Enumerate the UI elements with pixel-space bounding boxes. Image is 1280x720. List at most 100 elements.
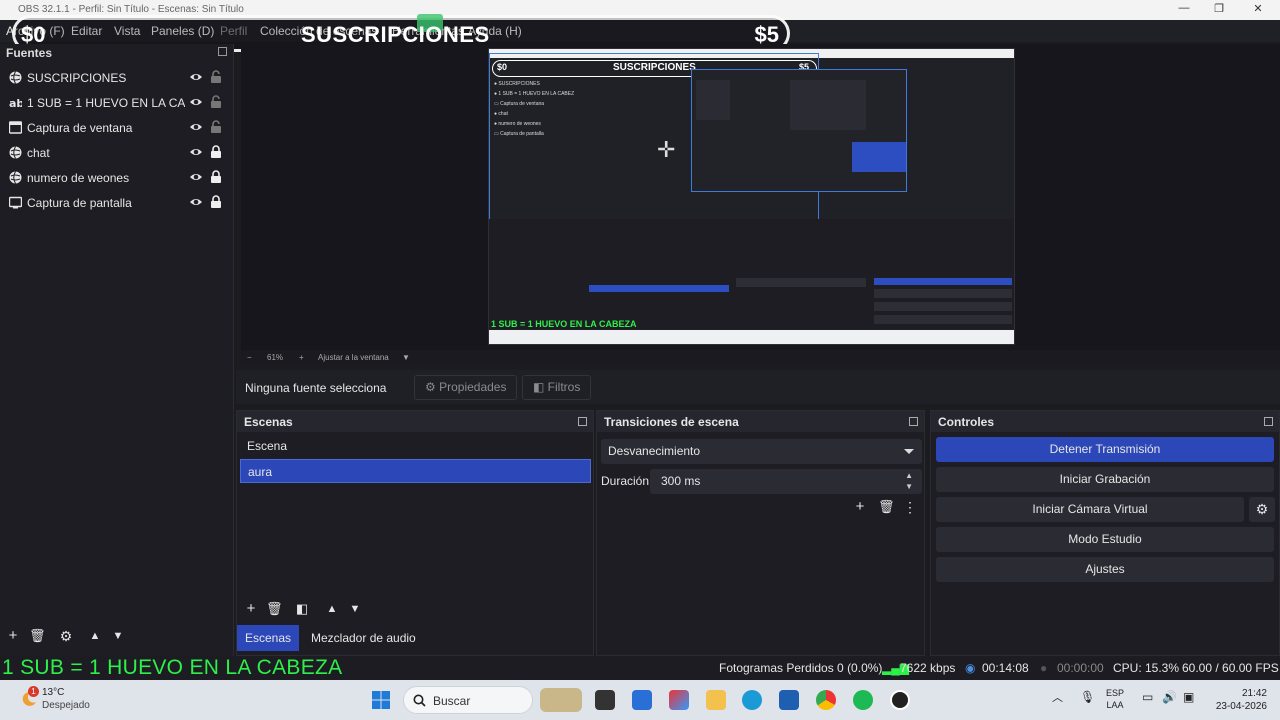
- edge-icon[interactable]: [742, 690, 762, 710]
- visibility-eye-icon[interactable]: [189, 171, 203, 183]
- remove-source-icon[interactable]: 🗑: [29, 628, 46, 644]
- sources-toolbar: + 🗑 ⚙ ▲ ▼: [0, 628, 234, 648]
- windows-start-icon[interactable]: [371, 690, 391, 710]
- source-label: Captura de pantalla: [27, 196, 132, 210]
- filters-button[interactable]: ◧ Filtros: [522, 375, 592, 400]
- zoom-dropdown-icon[interactable]: ▼: [402, 353, 410, 362]
- lock-icon[interactable]: [210, 170, 222, 184]
- studio-mode-button[interactable]: Modo Estudio: [936, 527, 1274, 552]
- move-up-icon[interactable]: ▲: [87, 628, 103, 644]
- add-scene-icon[interactable]: +: [243, 601, 259, 617]
- task-view-icon[interactable]: [595, 690, 615, 710]
- nested-button: [874, 289, 1012, 298]
- volume-icon[interactable]: 🔊: [1162, 691, 1177, 703]
- news-widget-icon[interactable]: [540, 688, 582, 712]
- nested-source-row: ● chat: [494, 111, 508, 117]
- source-item[interactable]: Captura de pantalla: [0, 190, 234, 215]
- remove-scene-icon[interactable]: 🗑: [266, 601, 283, 617]
- source-item[interactable]: numero de weones: [0, 165, 234, 190]
- nested-left-amount: $0: [497, 62, 508, 72]
- network-icon[interactable]: ▭: [1142, 691, 1153, 703]
- minimize-icon[interactable]: —: [1164, 2, 1204, 14]
- record-icon: ●: [1040, 661, 1048, 675]
- undock-icon[interactable]: [1264, 417, 1273, 426]
- more-options-icon[interactable]: ⋮: [902, 499, 918, 515]
- start-virtual-camera-button[interactable]: Iniciar Cámara Virtual: [936, 497, 1244, 522]
- source-label: chat: [27, 146, 50, 160]
- decrement-icon[interactable]: ▼: [905, 482, 913, 492]
- nested-active-scene: [589, 285, 729, 292]
- sources-dock: Fuentes SUSCRIPCIONES ab 1 SUB = 1 HUEVO…: [0, 44, 234, 656]
- source-item[interactable]: Captura de ventana: [0, 115, 234, 140]
- source-item[interactable]: SUSCRIPCIONES: [0, 65, 234, 90]
- scene-item[interactable]: Escena: [240, 434, 591, 458]
- virtual-camera-gear-icon[interactable]: ⚙: [1249, 497, 1275, 522]
- undock-icon[interactable]: [578, 417, 587, 426]
- unlock-icon[interactable]: [210, 120, 222, 134]
- close-icon[interactable]: ✕: [1238, 2, 1278, 15]
- tab-scenes[interactable]: Escenas: [237, 625, 300, 651]
- properties-button[interactable]: ⚙ Propiedades: [414, 375, 518, 400]
- microphone-icon[interactable]: 🎙: [1080, 691, 1095, 703]
- app-icon[interactable]: [632, 690, 652, 710]
- move-up-icon[interactable]: ▲: [324, 601, 340, 617]
- source-item[interactable]: ab 1 SUB = 1 HUEVO EN LA CABEZA: [0, 90, 234, 115]
- add-source-icon[interactable]: +: [5, 628, 21, 644]
- add-transition-icon[interactable]: +: [852, 499, 868, 515]
- nested-source-row: ● 1 SUB = 1 HUEVO EN LA CABEZ: [494, 91, 575, 97]
- file-explorer-icon[interactable]: [706, 690, 726, 710]
- stream-time: 00:14:08: [982, 661, 1029, 675]
- streaming-icon: ◉: [965, 661, 976, 675]
- zoom-in-icon[interactable]: +: [299, 353, 304, 362]
- source-item[interactable]: chat: [0, 140, 234, 165]
- visibility-eye-icon[interactable]: [189, 196, 203, 208]
- tab-audio-mixer[interactable]: Mezclador de audio: [303, 625, 424, 651]
- browser-icon: [9, 146, 22, 159]
- preview-canvas[interactable]: $0 SUSCRIPCIONES $5 ● SUSCRIPCIONES ● 1 …: [241, 44, 1280, 350]
- store-icon[interactable]: [779, 690, 799, 710]
- transitions-header: Transiciones de escena: [604, 415, 739, 429]
- language-indicator[interactable]: ESP LAA: [1106, 687, 1124, 711]
- move-down-icon[interactable]: ▼: [110, 628, 126, 644]
- duration-spinbox[interactable]: 300 ms ▲ ▼: [650, 469, 922, 494]
- chrome-icon[interactable]: [816, 690, 836, 710]
- source-properties-gear-icon[interactable]: ⚙: [58, 628, 74, 644]
- lock-icon[interactable]: [210, 145, 222, 159]
- battery-icon[interactable]: ▣: [1183, 691, 1194, 703]
- undock-icon[interactable]: [218, 47, 227, 56]
- scenes-header-bar: Escenas: [237, 411, 593, 432]
- obs-icon[interactable]: [890, 690, 910, 710]
- transition-select[interactable]: Desvanecimiento: [601, 439, 922, 464]
- scene-item-active[interactable]: aura: [240, 459, 591, 483]
- stop-streaming-button[interactable]: Detener Transmisión: [936, 437, 1274, 462]
- text-icon: ab: [9, 97, 22, 109]
- start-recording-button[interactable]: Iniciar Grabación: [936, 467, 1274, 492]
- maximize-icon[interactable]: ❐: [1199, 2, 1239, 15]
- zoom-out-icon[interactable]: −: [247, 353, 252, 362]
- lock-icon[interactable]: [210, 195, 222, 209]
- language-primary: ESP: [1106, 688, 1125, 698]
- scene-filters-icon[interactable]: ◧: [294, 601, 310, 617]
- unlock-icon[interactable]: [210, 70, 222, 84]
- visibility-eye-icon[interactable]: [189, 121, 203, 133]
- fit-to-window[interactable]: Ajustar a la ventana: [318, 353, 389, 362]
- visibility-eye-icon[interactable]: [189, 96, 203, 108]
- taskbar-search[interactable]: Buscar: [403, 686, 533, 714]
- move-down-icon[interactable]: ▼: [347, 601, 363, 617]
- source-label: Captura de ventana: [27, 121, 133, 135]
- spotify-icon[interactable]: [853, 690, 873, 710]
- settings-button[interactable]: Ajustes: [936, 557, 1274, 582]
- visibility-eye-icon[interactable]: [189, 71, 203, 83]
- increment-icon[interactable]: ▲: [905, 471, 913, 481]
- duration-value: 300 ms: [661, 474, 701, 488]
- visibility-eye-icon[interactable]: [189, 146, 203, 158]
- properties-label: Propiedades: [439, 380, 507, 394]
- source-label: 1 SUB = 1 HUEVO EN LA CABEZA: [27, 96, 185, 110]
- tray-chevron-up-icon[interactable]: ︿: [1052, 692, 1063, 704]
- copilot-icon[interactable]: [669, 690, 689, 710]
- remove-transition-icon[interactable]: 🗑: [878, 499, 895, 515]
- unlock-icon[interactable]: [210, 95, 222, 109]
- nested-source-row: ▭ Captura de ventana: [494, 101, 545, 107]
- undock-icon[interactable]: [909, 417, 918, 426]
- taskbar-clock[interactable]: 21:42 23-04-2026: [1207, 687, 1267, 713]
